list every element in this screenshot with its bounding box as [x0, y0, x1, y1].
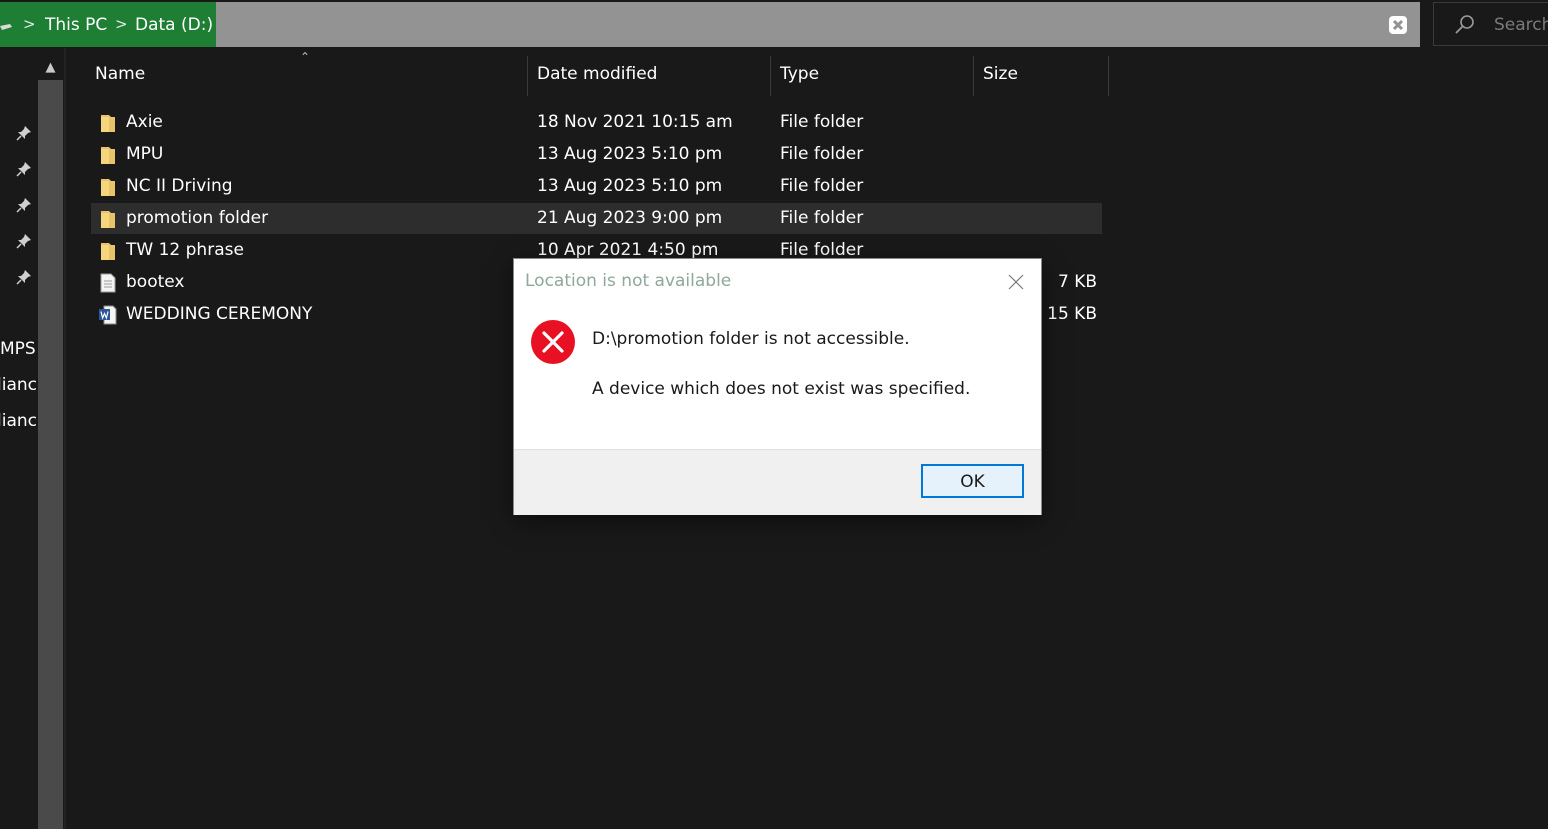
- close-icon: [1008, 274, 1024, 290]
- folder-icon: [101, 243, 115, 260]
- file-date: 13 Aug 2023 5:10 pm: [537, 144, 723, 164]
- nav-scrollbar[interactable]: [38, 80, 63, 829]
- search-placeholder: Search: [1494, 15, 1548, 35]
- folder-icon: [101, 179, 115, 196]
- file-date: 18 Nov 2021 10:15 am: [537, 112, 733, 132]
- file-name: Axie: [126, 112, 163, 132]
- dialog-close-button[interactable]: [996, 265, 1036, 297]
- file-name: MPU: [126, 144, 164, 164]
- column-header-type[interactable]: Type: [780, 64, 819, 84]
- breadcrumb-separator: >: [23, 15, 36, 33]
- folder-icon: [101, 147, 115, 164]
- file-type: File folder: [780, 144, 864, 164]
- file-date: 21 Aug 2023 9:00 pm: [537, 208, 723, 228]
- pin-icon[interactable]: [16, 197, 32, 213]
- nav-item-label[interactable]: lianc: [0, 411, 36, 431]
- breadcrumb-data-drive[interactable]: Data (D:): [135, 15, 213, 35]
- text-file-icon: [100, 273, 116, 293]
- folder-icon: [101, 211, 115, 228]
- file-name: WEDDING CEREMONY: [126, 304, 313, 324]
- file-row[interactable]: Axie 18 Nov 2021 10:15 am File folder: [91, 107, 1102, 138]
- file-size: 15 KB: [1047, 304, 1097, 324]
- address-bar: > This PC > Data (D:) Search: [0, 0, 1548, 48]
- error-dialog: Location is not available D:\promotion f…: [514, 259, 1041, 515]
- nav-item-label[interactable]: MPS: [0, 339, 36, 359]
- pin-icon[interactable]: [16, 269, 32, 285]
- column-divider[interactable]: [1108, 56, 1109, 96]
- dialog-message: D:\promotion folder is not accessible.: [592, 329, 910, 349]
- error-icon: [531, 320, 575, 364]
- file-name: bootex: [126, 272, 185, 292]
- refresh-icon: [1389, 16, 1407, 34]
- column-header-date[interactable]: Date modified: [537, 64, 657, 84]
- sort-ascending-icon: ⌃: [300, 50, 311, 64]
- drive-icon: [0, 24, 12, 30]
- file-row[interactable]: MPU 13 Aug 2023 5:10 pm File folder: [91, 139, 1102, 170]
- dialog-title: Location is not available: [525, 271, 732, 291]
- column-divider[interactable]: [770, 56, 771, 96]
- file-row-selected[interactable]: promotion folder 21 Aug 2023 9:00 pm Fil…: [91, 203, 1102, 234]
- dialog-footer: OK: [514, 449, 1041, 515]
- file-type: File folder: [780, 208, 864, 228]
- file-size: 7 KB: [1057, 272, 1097, 292]
- scroll-up-button[interactable]: ▲: [38, 57, 63, 79]
- address-field[interactable]: [216, 2, 1376, 47]
- file-type: File folder: [780, 176, 864, 196]
- breadcrumb-separator: >: [115, 15, 128, 33]
- file-date: 10 Apr 2021 4:50 pm: [537, 240, 719, 260]
- file-row[interactable]: NC II Driving 13 Aug 2023 5:10 pm File f…: [91, 171, 1102, 202]
- pin-icon[interactable]: [16, 161, 32, 177]
- ok-button[interactable]: OK: [921, 464, 1024, 498]
- file-type: File folder: [780, 112, 864, 132]
- file-name: TW 12 phrase: [126, 240, 244, 260]
- file-name: NC II Driving: [126, 176, 233, 196]
- search-input[interactable]: Search: [1433, 2, 1548, 46]
- file-type: File folder: [780, 240, 864, 260]
- column-divider[interactable]: [973, 56, 974, 96]
- folder-icon: [101, 115, 115, 132]
- breadcrumb[interactable]: > This PC > Data (D:): [0, 2, 216, 47]
- pin-icon[interactable]: [16, 125, 32, 141]
- dialog-detail: A device which does not exist was specif…: [592, 379, 971, 399]
- word-doc-icon: [99, 305, 117, 325]
- file-name: promotion folder: [126, 208, 269, 228]
- nav-item-label[interactable]: lianc: [0, 375, 36, 395]
- pane-divider[interactable]: [64, 48, 66, 829]
- column-header-size[interactable]: Size: [983, 64, 1018, 84]
- column-header-name[interactable]: Name: [95, 64, 145, 84]
- file-date: 13 Aug 2023 5:10 pm: [537, 176, 723, 196]
- refresh-button[interactable]: [1376, 2, 1420, 47]
- breadcrumb-this-pc[interactable]: This PC: [45, 15, 107, 35]
- pin-icon[interactable]: [16, 233, 32, 249]
- column-divider[interactable]: [527, 56, 528, 96]
- search-icon: [1455, 15, 1474, 34]
